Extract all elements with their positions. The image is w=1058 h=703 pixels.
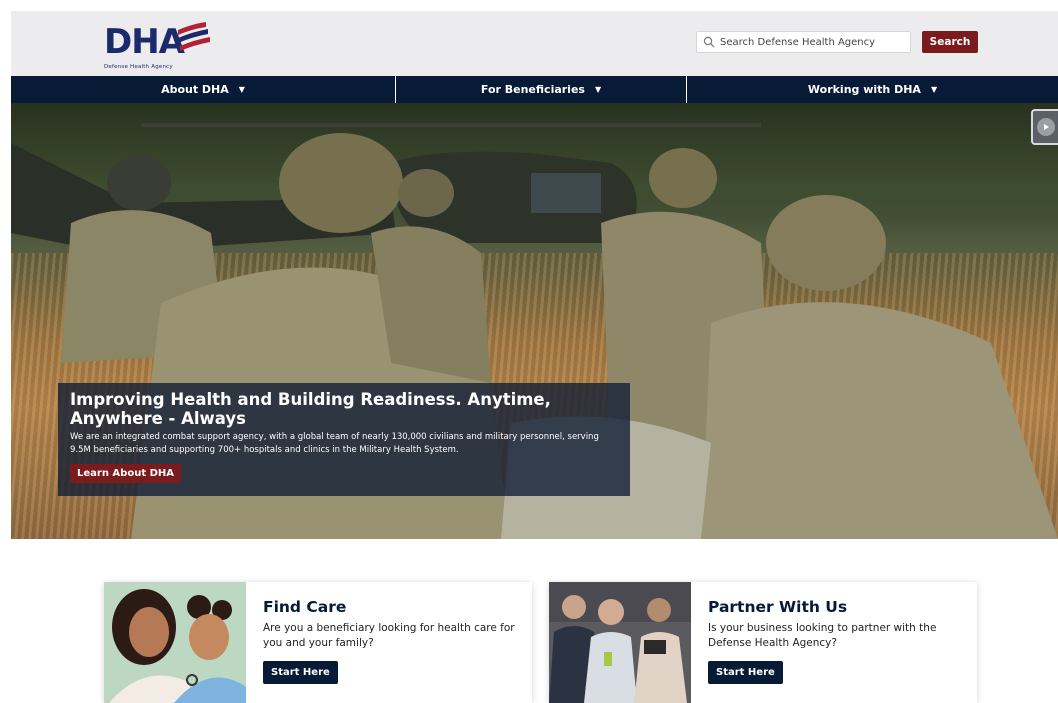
card-image-conference	[549, 582, 691, 703]
search-button[interactable]: Search	[922, 31, 978, 53]
find-care-start-here-button[interactable]: Start Here	[263, 661, 338, 684]
caret-down-icon: ▼	[594, 85, 602, 94]
card-text: Is your business looking to partner with…	[708, 622, 937, 649]
caret-down-icon: ▼	[238, 85, 245, 94]
search-box	[696, 31, 911, 53]
logo-tagline: Defense Health Agency	[104, 64, 173, 70]
hero-next-button[interactable]	[1031, 109, 1058, 145]
learn-about-dha-button[interactable]: Learn About DHA	[70, 464, 181, 483]
card-title: Partner With Us	[708, 598, 848, 616]
hero-description: We are an integrated combat support agen…	[70, 432, 599, 455]
hero-title: Improving Health and Building Readiness.…	[70, 390, 551, 428]
card-text: Are you a beneficiary looking for health…	[263, 622, 515, 649]
hero-banner: Improving Health and Building Readiness.…	[11, 103, 1058, 539]
play-icon	[1036, 118, 1055, 136]
card-body: Find Care Are you a beneficiary looking …	[263, 598, 523, 684]
search-icon	[703, 36, 715, 48]
card-find-care: Find Care Are you a beneficiary looking …	[104, 582, 532, 703]
main-nav: About DHA ▼ For Beneficiaries ▼ Working …	[11, 76, 1058, 103]
card-image-mother-daughter	[104, 582, 246, 703]
nav-item-label: Working with DHA	[807, 83, 921, 96]
partner-start-here-button[interactable]: Start Here	[708, 661, 783, 684]
caret-down-icon: ▼	[930, 85, 938, 94]
card-title: Find Care	[263, 598, 347, 616]
card-partner-with-us: Partner With Us Is your business looking…	[549, 582, 977, 703]
site-header: DHA Defense Health Agency Search	[11, 11, 1058, 76]
nav-item-for-beneficiaries[interactable]: For Beneficiaries ▼	[396, 76, 687, 103]
dha-logo-mark: DHA	[104, 22, 210, 62]
nav-item-about-dha[interactable]: About DHA ▼	[11, 76, 396, 103]
nav-item-label: About DHA	[161, 83, 229, 96]
dha-logo[interactable]: DHA Defense Health Agency	[104, 20, 219, 75]
nav-item-working-with-dha[interactable]: Working with DHA ▼	[687, 76, 1058, 103]
nav-item-label: For Beneficiaries	[480, 83, 585, 96]
card-body: Partner With Us Is your business looking…	[708, 598, 968, 684]
search-input[interactable]	[720, 36, 900, 48]
dha-logo-letters: DHA	[104, 22, 186, 62]
hero-caption: Improving Health and Building Readiness.…	[58, 383, 630, 496]
